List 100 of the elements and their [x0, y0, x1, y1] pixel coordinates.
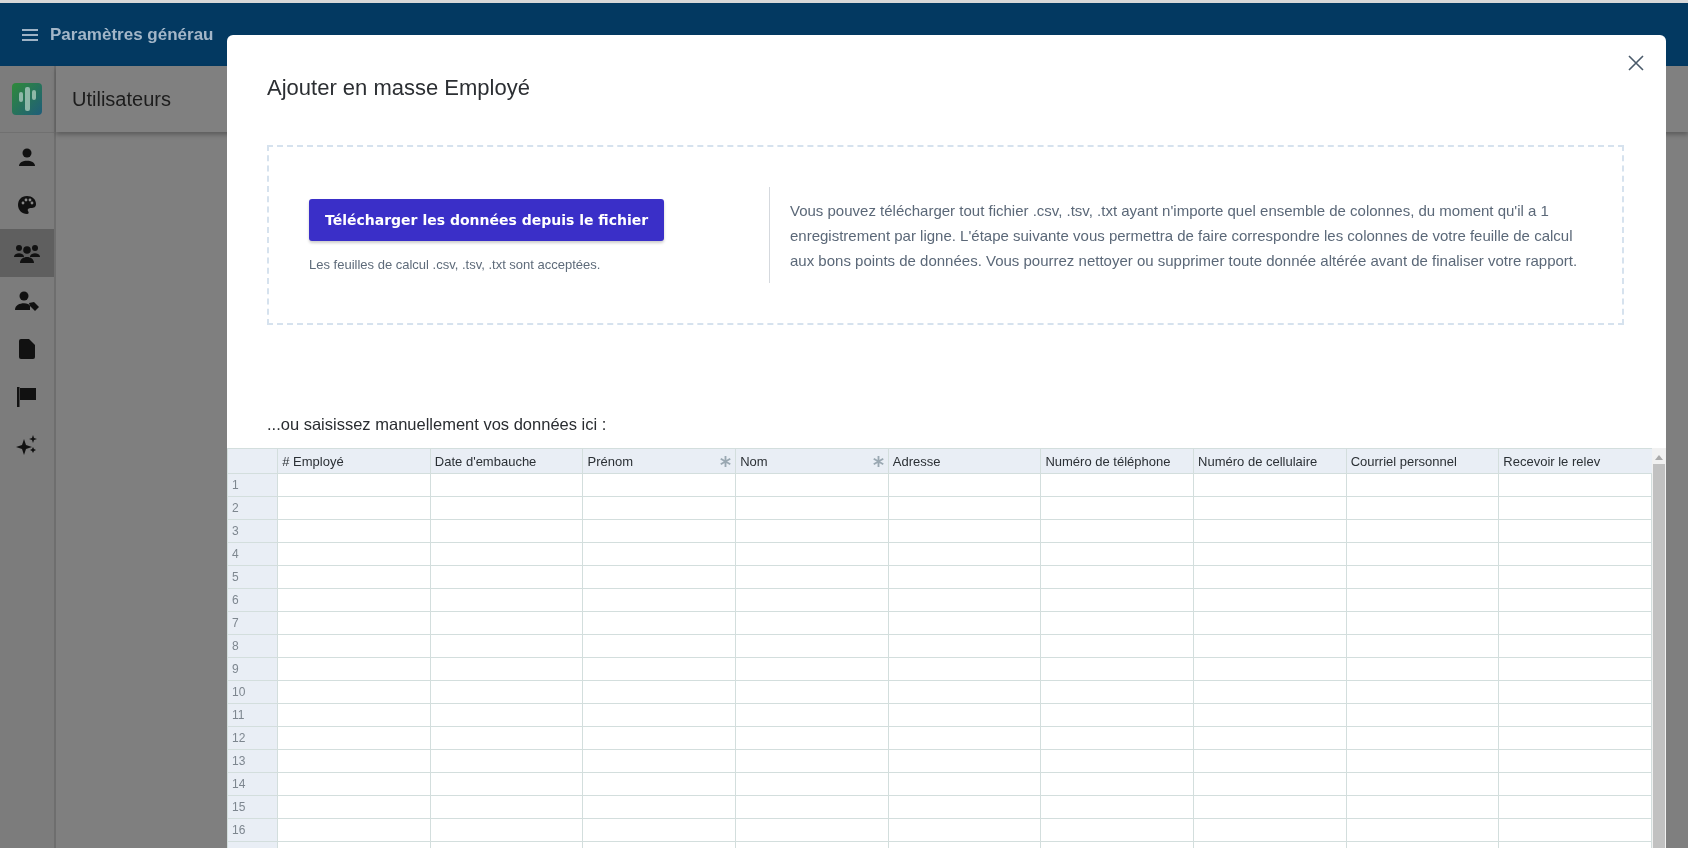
- table-cell[interactable]: [430, 634, 583, 658]
- table-cell[interactable]: [1498, 703, 1652, 727]
- table-cell[interactable]: [735, 657, 889, 681]
- table-cell[interactable]: [583, 496, 736, 520]
- table-cell[interactable]: [735, 726, 889, 750]
- table-cell[interactable]: [430, 795, 583, 819]
- table-cell[interactable]: [430, 473, 583, 497]
- table-cell[interactable]: [277, 703, 431, 727]
- sidebar-item[interactable]: [0, 229, 54, 277]
- table-cell[interactable]: [1346, 772, 1499, 796]
- table-cell[interactable]: [888, 680, 1041, 704]
- table-cell[interactable]: [1193, 726, 1347, 750]
- table-cell[interactable]: [1498, 749, 1652, 773]
- table-cell[interactable]: [277, 496, 431, 520]
- column-header[interactable]: Courriel personnel: [1346, 448, 1499, 474]
- table-cell[interactable]: [430, 703, 583, 727]
- table-cell[interactable]: [277, 680, 431, 704]
- table-cell[interactable]: [735, 703, 889, 727]
- table-cell[interactable]: [1498, 634, 1652, 658]
- table-cell[interactable]: [1193, 496, 1347, 520]
- table-cell[interactable]: [583, 588, 736, 612]
- table-cell[interactable]: [735, 519, 889, 543]
- table-cell[interactable]: [1346, 749, 1499, 773]
- drop-zone[interactable]: [267, 145, 1624, 325]
- table-cell[interactable]: [735, 611, 889, 635]
- table-cell[interactable]: [1346, 726, 1499, 750]
- table-cell[interactable]: [430, 657, 583, 681]
- table-cell[interactable]: [277, 588, 431, 612]
- table-cell[interactable]: [1040, 473, 1194, 497]
- table-cell[interactable]: [1040, 588, 1194, 612]
- table-cell[interactable]: [888, 749, 1041, 773]
- table-cell[interactable]: [735, 795, 889, 819]
- table-cell[interactable]: [277, 611, 431, 635]
- scroll-up-icon[interactable]: [1655, 454, 1663, 460]
- upload-button[interactable]: Télécharger les données depuis le fichier: [309, 198, 665, 241]
- table-cell[interactable]: [1040, 795, 1194, 819]
- table-cell[interactable]: [1040, 657, 1194, 681]
- table-cell[interactable]: [1346, 565, 1499, 589]
- table-cell[interactable]: [583, 634, 736, 658]
- table-cell[interactable]: [277, 634, 431, 658]
- menu-icon[interactable]: [22, 27, 38, 42]
- table-cell[interactable]: [1193, 680, 1347, 704]
- table-cell[interactable]: [888, 496, 1041, 520]
- table-cell[interactable]: [1498, 680, 1652, 704]
- table-cell[interactable]: [888, 795, 1041, 819]
- table-cell[interactable]: [583, 749, 736, 773]
- table-cell[interactable]: [735, 818, 889, 842]
- table-cell[interactable]: [430, 772, 583, 796]
- table-cell[interactable]: [1040, 703, 1194, 727]
- table-cell[interactable]: [430, 588, 583, 612]
- column-header[interactable]: Numéro de téléphone: [1040, 448, 1194, 474]
- table-cell[interactable]: [583, 565, 736, 589]
- table-cell[interactable]: [430, 496, 583, 520]
- table-cell[interactable]: [1498, 542, 1652, 566]
- table-cell[interactable]: [1498, 496, 1652, 520]
- table-cell[interactable]: [430, 565, 583, 589]
- table-cell[interactable]: [430, 611, 583, 635]
- close-icon[interactable]: [1628, 55, 1644, 71]
- table-cell[interactable]: [1498, 772, 1652, 796]
- table-cell[interactable]: [1346, 519, 1499, 543]
- table-cell[interactable]: [1346, 611, 1499, 635]
- column-header[interactable]: Nom: [735, 448, 889, 474]
- table-cell[interactable]: [1346, 703, 1499, 727]
- table-cell[interactable]: [888, 519, 1041, 543]
- table-cell[interactable]: [888, 634, 1041, 658]
- table-cell[interactable]: [735, 772, 889, 796]
- table-cell[interactable]: [583, 703, 736, 727]
- table-cell[interactable]: [1193, 795, 1347, 819]
- table-cell[interactable]: [1346, 795, 1499, 819]
- table-cell[interactable]: [430, 818, 583, 842]
- table-cell[interactable]: [1346, 680, 1499, 704]
- table-cell[interactable]: [888, 772, 1041, 796]
- table-cell[interactable]: [1040, 772, 1194, 796]
- table-cell[interactable]: [583, 542, 736, 566]
- table-cell[interactable]: [888, 657, 1041, 681]
- table-cell[interactable]: [888, 588, 1041, 612]
- table-cell[interactable]: [1498, 565, 1652, 589]
- table-cell[interactable]: [430, 680, 583, 704]
- table-cell[interactable]: [1346, 634, 1499, 658]
- table-cell[interactable]: [1040, 519, 1194, 543]
- table-cell[interactable]: [888, 565, 1041, 589]
- column-header[interactable]: Adresse: [888, 448, 1041, 474]
- cactus-logo-icon[interactable]: [12, 83, 42, 115]
- table-cell[interactable]: [1498, 588, 1652, 612]
- table-cell[interactable]: [1346, 818, 1499, 842]
- table-cell[interactable]: [1498, 818, 1652, 842]
- table-cell[interactable]: [1040, 542, 1194, 566]
- table-cell[interactable]: [1193, 473, 1347, 497]
- table-cell[interactable]: [277, 749, 431, 773]
- table-cell[interactable]: [1040, 496, 1194, 520]
- table-cell[interactable]: [1193, 542, 1347, 566]
- table-cell[interactable]: [277, 519, 431, 543]
- table-cell[interactable]: [277, 657, 431, 681]
- table-cell[interactable]: [888, 726, 1041, 750]
- table-cell[interactable]: [1193, 588, 1347, 612]
- table-cell[interactable]: [430, 519, 583, 543]
- table-cell[interactable]: [1346, 657, 1499, 681]
- table-cell[interactable]: [583, 519, 736, 543]
- column-header[interactable]: Numéro de cellulaire: [1193, 448, 1347, 474]
- table-cell[interactable]: [583, 611, 736, 635]
